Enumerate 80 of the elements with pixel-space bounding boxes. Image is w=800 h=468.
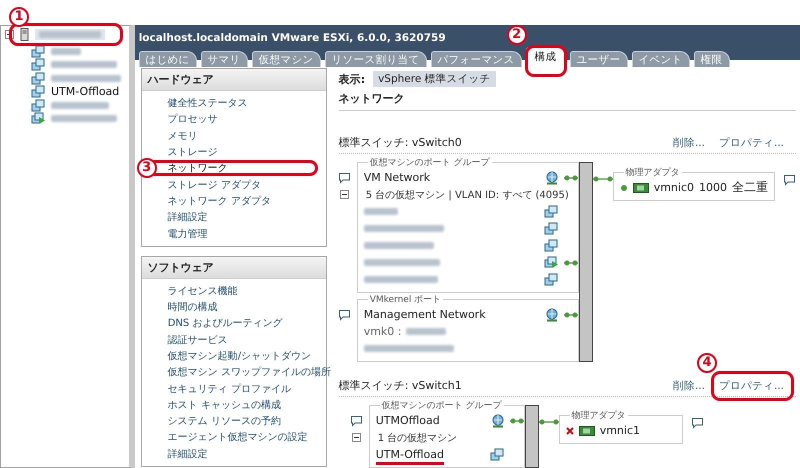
menu-link[interactable]: システム リソースの予約 <box>168 414 281 428</box>
tree-item[interactable]: UTM-Offload <box>51 85 120 98</box>
adapter-name: vmnic0 <box>654 181 694 194</box>
vm-icon <box>31 98 46 112</box>
network-icon <box>544 308 559 322</box>
connector-line <box>564 258 578 266</box>
running-vm-icon <box>31 112 46 126</box>
network-icon <box>490 414 505 428</box>
nic-icon <box>632 182 649 194</box>
vm-icon <box>31 72 46 85</box>
connector-line <box>510 416 524 424</box>
menu-link[interactable]: ネットワーク <box>168 161 228 176</box>
network-icon <box>544 170 559 184</box>
server-icon <box>20 28 29 42</box>
connector-line <box>592 175 613 183</box>
adapter-duplex: 全二重 <box>732 179 768 196</box>
vm-count: 5 台の仮想マシン | VLAN ID: すべて (4095) <box>366 188 569 202</box>
comment-icon <box>690 417 704 429</box>
adapter-panel: 物理アダプタ vmnic1 <box>558 409 683 444</box>
vm-icon <box>490 448 505 461</box>
running-vm-icon <box>544 256 559 269</box>
adapter-name: vmnic1 <box>600 424 640 437</box>
view-selector[interactable]: vSphere 標準スイッチ <box>373 71 496 87</box>
switch-title: 標準スイッチ: vSwitch1 <box>338 378 462 393</box>
section-title: ハードウェア <box>142 69 326 91</box>
menu-link[interactable]: ライセンス機能 <box>168 284 238 298</box>
menu-link[interactable]: DNS およびルーティング <box>168 316 282 330</box>
menu-link[interactable]: 健全性ステータス <box>168 96 248 110</box>
vm-name: UTM-Offload <box>376 448 444 460</box>
switch-bar <box>524 405 539 468</box>
view-label: 表示: <box>338 72 366 86</box>
comment-icon <box>783 174 796 186</box>
menu-link[interactable]: 認証サービス <box>168 332 228 347</box>
action-link[interactable]: 削除... <box>672 378 705 392</box>
page-heading: ネットワーク <box>338 87 796 111</box>
port-group-name: UTMOffload <box>376 414 441 427</box>
menu-link[interactable]: メモリ <box>168 128 198 143</box>
vm-icon <box>31 85 46 98</box>
port-group-name: VM Network <box>364 171 432 184</box>
menu-link[interactable]: 電力管理 <box>168 226 208 241</box>
step-number: 1 <box>9 7 29 28</box>
menu-link[interactable]: 仮想マシン起動/シャットダウン <box>168 349 312 363</box>
port-group-name: Management Network <box>364 308 487 321</box>
menu-link[interactable]: ネットワーク アダプタ <box>168 194 271 208</box>
vm-count: 1 台の仮想マシン <box>378 432 458 444</box>
action-link[interactable]: プロパティ... <box>718 136 784 150</box>
step-number: 3 <box>136 158 157 178</box>
section-title: ソフトウェア <box>142 256 326 279</box>
comment-icon <box>338 308 351 320</box>
comment-icon <box>350 414 363 426</box>
menu-link[interactable]: 詳細設定 <box>168 446 208 461</box>
switch-title: 標準スイッチ: vSwitch0 <box>338 135 462 150</box>
vm-icon <box>544 273 559 286</box>
step-number: 4 <box>696 352 717 372</box>
nic-icon <box>578 424 595 436</box>
comment-icon <box>338 172 351 184</box>
menu-link[interactable]: 詳細設定 <box>168 210 208 224</box>
action-link[interactable]: 削除... <box>672 136 705 150</box>
connector-line <box>564 310 578 318</box>
menu-link[interactable]: ホスト キャッシュの構成 <box>168 398 281 412</box>
host-title: localhost.localdomain VMware ESXi, 6.0.0, 3620759 <box>138 32 446 44</box>
vm-icon <box>544 222 559 235</box>
vm-icon <box>31 44 46 58</box>
menu-link[interactable]: エージェント仮想マシンの設定 <box>168 430 308 444</box>
menu-link[interactable]: セキュリティ プロファイル <box>168 382 291 396</box>
menu-link[interactable]: ストレージ アダプタ <box>168 178 261 192</box>
vm-icon <box>544 239 559 252</box>
connector-line <box>538 418 559 426</box>
vm-icon <box>544 205 559 218</box>
menu-link[interactable]: ストレージ <box>168 145 218 160</box>
adapter-speed: 1000 <box>699 181 727 194</box>
menu-link[interactable]: 仮想マシン スワップファイルの場所 <box>168 365 331 380</box>
adapter-panel: 物理アダプタ vmnic0 1000 全二重 <box>612 166 775 201</box>
highlight-ring <box>524 45 567 77</box>
action-link[interactable]: プロパティ... <box>718 378 784 392</box>
vm-icon <box>31 58 46 72</box>
detail-label: vmk0 : <box>364 325 402 338</box>
menu-link[interactable]: 時間の構成 <box>168 300 218 314</box>
menu-link[interactable]: プロセッサ <box>168 112 218 126</box>
connector-line <box>564 174 578 182</box>
